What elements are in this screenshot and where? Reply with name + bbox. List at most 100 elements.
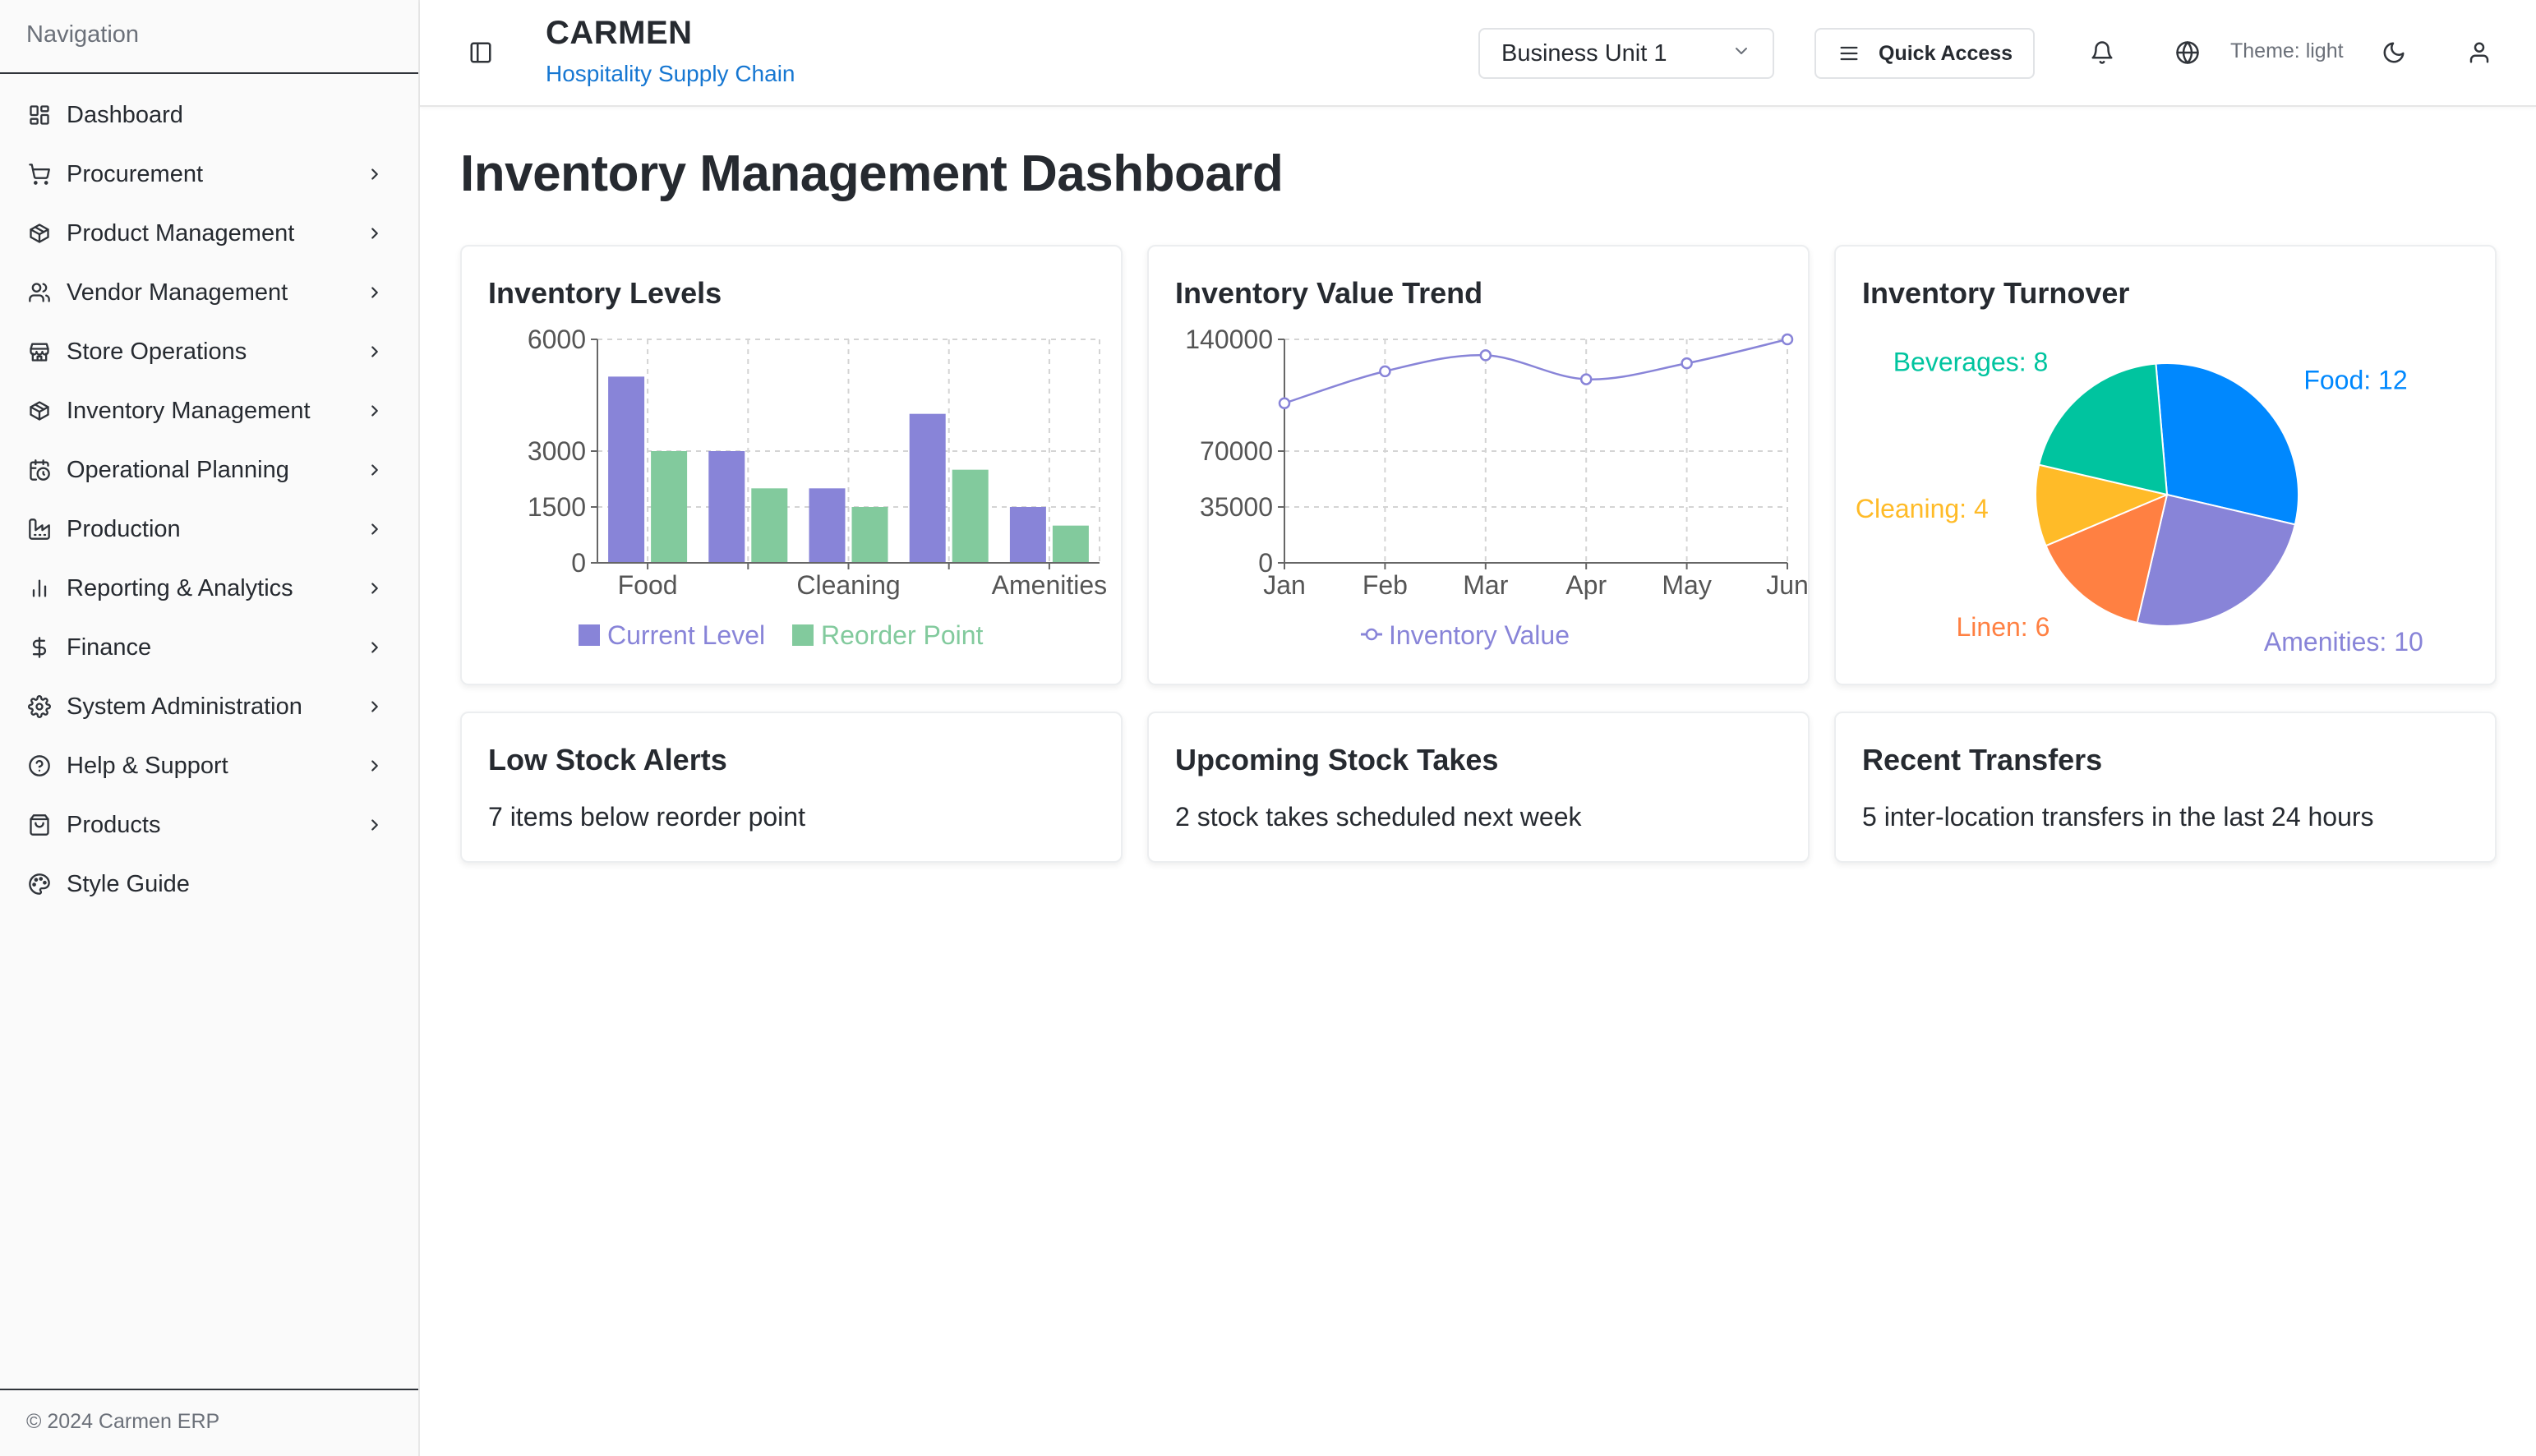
user-icon[interactable]	[2465, 38, 2494, 67]
card-text: 7 items below reorder point	[488, 802, 805, 832]
package-icon	[26, 220, 53, 247]
sidebar-item-label: Help & Support	[67, 752, 228, 779]
legend-swatch-marker	[1365, 628, 1378, 641]
chevron-right-icon	[364, 755, 385, 776]
y-tick-label: 3000	[528, 436, 586, 466]
inventory-value-trend-card: Inventory Value Trend 0 35000 70000 140000 J…	[1147, 245, 1810, 685]
x-tick-label: Mar	[1463, 570, 1508, 600]
bar-linen-current-level	[909, 413, 946, 563]
x-tick-label: Jun	[1766, 570, 1809, 600]
chevron-right-icon	[364, 164, 385, 185]
inventory-value-trend-chart: 03500070000140000Jan Feb Mar Apr May JunInven…	[1185, 325, 1809, 650]
sidebar-item-operational-planning[interactable]: Operational Planning	[0, 440, 418, 500]
menu-icon	[1837, 42, 1861, 65]
bar-food-reorder-point	[651, 451, 688, 563]
sidebar-item-label: Style Guide	[67, 870, 190, 897]
bar-beverages-reorder-point	[751, 488, 788, 563]
help-circle-icon	[26, 753, 53, 779]
sidebar-item-style-guide[interactable]: Style Guide	[0, 855, 418, 914]
chevron-right-icon	[364, 459, 385, 481]
sidebar: Navigation Dashboard Procurement Product M…	[0, 0, 420, 1456]
sidebar-header: Navigation	[0, 0, 418, 74]
low-stock-alerts-card[interactable]: Low Stock Alerts 7 items below reorder p…	[460, 712, 1123, 863]
dollar-icon	[26, 634, 53, 661]
users-icon	[26, 279, 53, 306]
bar-beverages-current-level	[708, 451, 745, 563]
bar-food-current-level	[608, 376, 645, 563]
theme-label: Theme: light	[2230, 39, 2344, 62]
business-unit-select[interactable]: Business Unit 1	[1478, 28, 1774, 79]
shopping-bag-icon	[26, 812, 53, 838]
pie-label-cleaning: Cleaning: 4	[1856, 494, 1989, 523]
pie-label-food: Food: 12	[2303, 365, 2407, 394]
sidebar-item-help-and-support[interactable]: Help & Support	[0, 736, 418, 795]
y-tick-label: 70000	[1200, 436, 1273, 466]
sidebar-nav: Dashboard Procurement Product Management Ve…	[0, 74, 418, 914]
sidebar-item-label: Reporting & Analytics	[67, 574, 293, 601]
moon-icon[interactable]	[2379, 38, 2409, 67]
sidebar-item-reporting-and-analytics[interactable]: Reporting & Analytics	[0, 559, 418, 618]
pie-label-amenities: Amenities: 10	[2264, 627, 2423, 657]
sidebar-item-inventory-management[interactable]: Inventory Management	[0, 381, 418, 440]
top-header: CARMEN Hospitality Supply Chain Business…	[420, 0, 2536, 107]
legend-label: Current Level	[607, 620, 765, 650]
sidebar-item-procurement[interactable]: Procurement	[0, 145, 418, 204]
gear-icon	[26, 693, 53, 720]
legend-swatch	[792, 624, 814, 646]
factory-icon	[26, 516, 53, 542]
sidebar-item-store-operations[interactable]: Store Operations	[0, 322, 418, 381]
legend-label: Inventory Value	[1389, 620, 1570, 650]
bell-icon[interactable]	[2087, 38, 2117, 67]
chevron-right-icon	[364, 518, 385, 540]
data-point-apr	[1579, 373, 1593, 385]
x-tick-label: Jan	[1263, 570, 1306, 600]
calendar-clock-icon	[26, 457, 53, 483]
inventory-turnover-chart: Food: 12 Amenities: 10 Linen: 6 Cleaning: 4…	[1856, 348, 2423, 657]
data-point-feb	[1379, 365, 1391, 378]
sidebar-item-production[interactable]: Production	[0, 500, 418, 559]
data-point-jan	[1278, 397, 1291, 409]
chevron-right-icon	[364, 637, 385, 658]
bar-chart-icon	[26, 575, 53, 601]
dashboard-icon	[26, 102, 53, 128]
chevron-right-icon	[364, 223, 385, 244]
sidebar-item-label: Product Management	[67, 219, 295, 247]
y-tick-label: 140000	[1185, 325, 1273, 354]
sidebar-footer: © 2024 Carmen ERP	[0, 1389, 418, 1456]
y-tick-label: 6000	[528, 325, 586, 354]
x-tick-label: Cleaning	[796, 570, 900, 600]
pie-label-beverages: Beverages: 8	[1893, 348, 2049, 377]
data-point-mar	[1479, 349, 1492, 362]
card-title: Upcoming Stock Takes	[1175, 743, 1499, 776]
app-title: CARMEN	[546, 15, 693, 51]
palette-icon	[26, 871, 53, 897]
sidebar-item-dashboard[interactable]: Dashboard	[0, 85, 418, 145]
sidebar-item-system-administration[interactable]: System Administration	[0, 677, 418, 736]
sidebar-item-products[interactable]: Products	[0, 795, 418, 855]
chevron-right-icon	[364, 282, 385, 303]
data-point-jun	[1781, 333, 1794, 346]
app-subtitle: Hospitality Supply Chain	[546, 61, 795, 86]
x-tick-label: Food	[618, 570, 678, 600]
y-tick-label: 35000	[1200, 492, 1273, 522]
recent-transfers-card[interactable]: Recent Transfers 5 inter-location transf…	[1834, 712, 2497, 863]
upcoming-stock-takes-card[interactable]: Upcoming Stock Takes 2 stock takes sched…	[1147, 712, 1810, 863]
quick-access-button[interactable]: Quick Access	[1814, 28, 2035, 79]
sidebar-toggle-icon[interactable]	[466, 38, 496, 67]
sidebar-item-label: Dashboard	[67, 101, 183, 128]
sidebar-item-vendor-management[interactable]: Vendor Management	[0, 263, 418, 322]
pie-label-linen: Linen: 6	[1956, 612, 2050, 642]
store-icon	[26, 339, 53, 365]
x-tick-label: Apr	[1565, 570, 1607, 600]
inventory-turnover-card: Inventory Turnover Food: 12 Amenities: 10…	[1834, 245, 2497, 685]
inventory-levels-chart: 0 1500 3000 6000 Food Cleaning Amenities Curren…	[528, 325, 1107, 650]
card-text: 2 stock takes scheduled next week	[1175, 802, 1582, 832]
data-point-may	[1681, 357, 1693, 370]
y-tick-label: 0	[571, 548, 586, 578]
globe-icon[interactable]	[2173, 38, 2202, 67]
sidebar-item-finance[interactable]: Finance	[0, 618, 418, 677]
chevron-right-icon	[364, 696, 385, 717]
sidebar-item-label: Finance	[67, 634, 152, 661]
chevron-right-icon	[364, 814, 385, 836]
sidebar-item-product-management[interactable]: Product Management	[0, 204, 418, 263]
